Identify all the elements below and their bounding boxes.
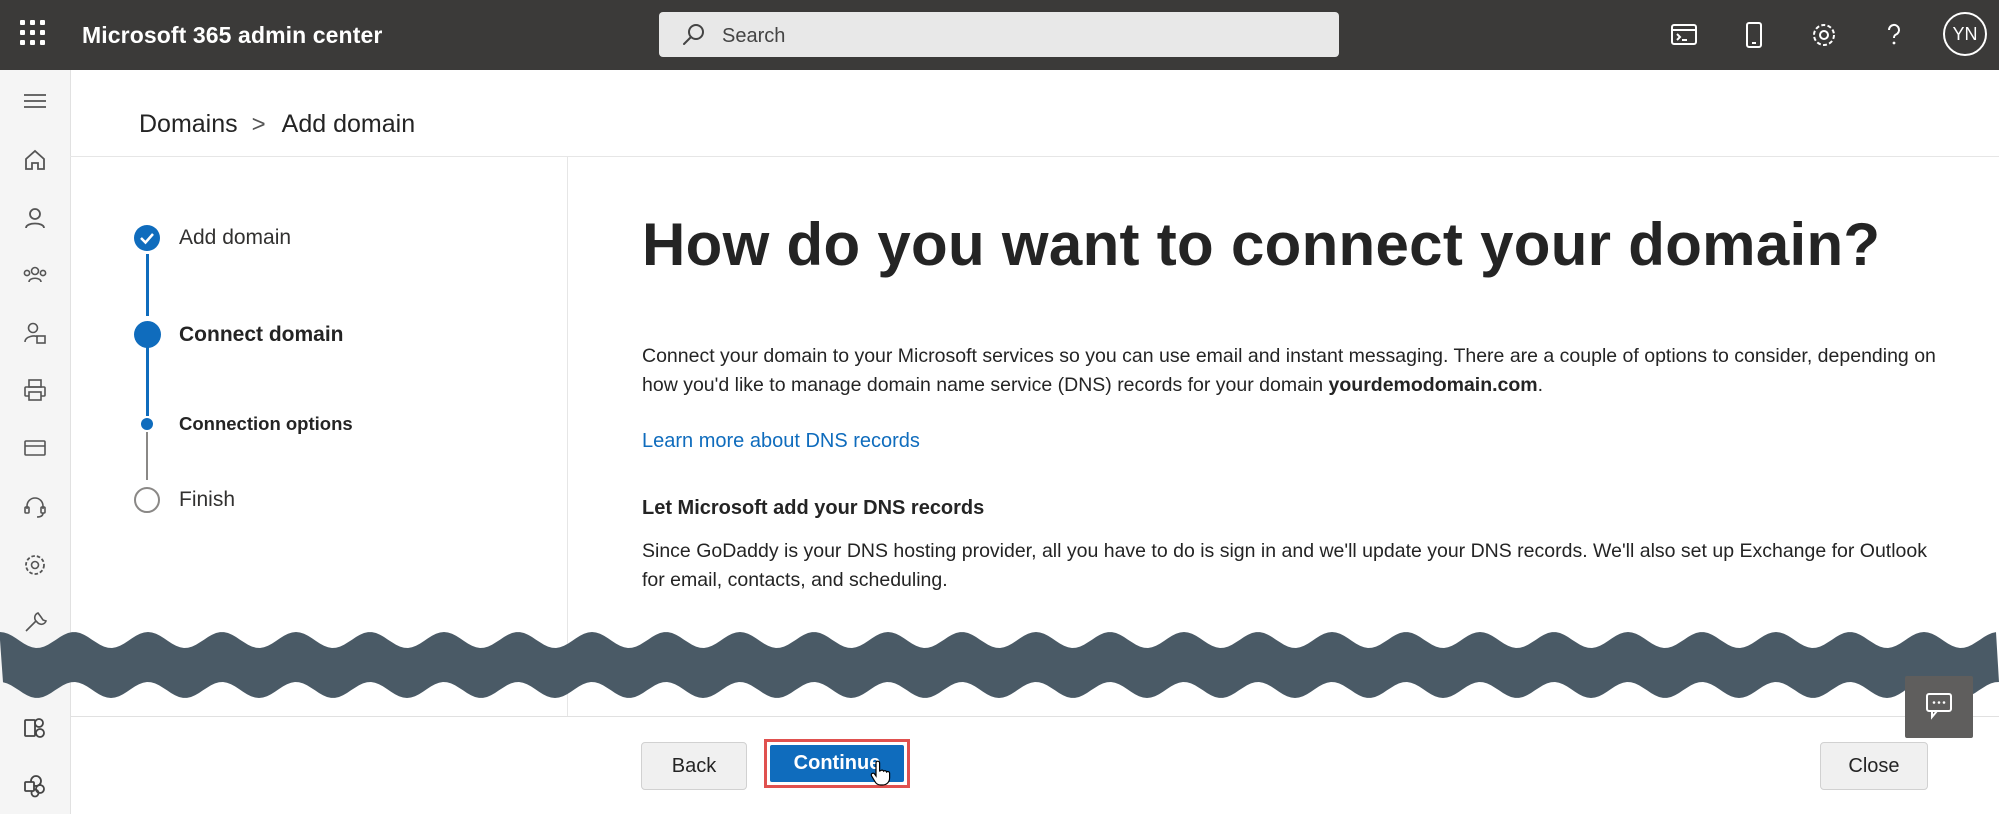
hand-cursor-icon [870,760,891,786]
exchange-icon[interactable] [21,714,49,742]
intro-text: Connect your domain to your Microsoft se… [642,345,1936,396]
header-divider [70,156,1999,157]
user-icon[interactable] [21,204,49,232]
feedback-chat-button[interactable] [1905,676,1973,738]
breadcrumb-current: Add domain [281,110,416,138]
screenshot-cut-wave [0,632,1999,698]
wave-shape [0,632,1999,698]
step-pending-circle [134,487,160,513]
step-label-connect-domain: Connect domain [179,323,344,346]
app-title[interactable]: Microsoft 365 admin center [82,22,382,49]
breadcrumb: Domains > Add domain [139,110,415,139]
option-title: Let Microsoft add your DNS records [642,497,985,519]
step-completed-check-icon [134,225,160,251]
settings-icon[interactable] [21,551,49,579]
terminal-icon[interactable] [1666,17,1702,53]
waffle-icon[interactable] [20,20,48,50]
menu-icon[interactable] [21,87,49,115]
step-current-dot [134,321,161,348]
step-label-connection-options: Connection options [179,413,353,434]
chat-icon [1926,693,1952,720]
help-icon[interactable] [1876,17,1912,53]
intro-end: . [1537,374,1544,396]
sharepoint-icon[interactable] [21,772,49,800]
breadcrumb-domains-link[interactable]: Domains [139,110,238,138]
back-button[interactable]: Back [641,742,747,790]
footer-divider [70,716,1999,717]
search-icon [683,24,704,45]
printer-icon[interactable] [21,376,49,404]
mobile-icon[interactable] [1736,17,1772,53]
learn-more-dns-link[interactable]: Learn more about DNS records [642,430,920,453]
step-connector-1 [146,254,149,316]
home-icon[interactable] [21,146,49,174]
step-label-add-domain: Add domain [179,226,292,249]
search-box[interactable]: Search [659,12,1339,57]
domain-name: yourdemodomain.com [1328,374,1538,396]
close-button[interactable]: Close [1820,742,1928,790]
top-bar: Microsoft 365 admin center Search YN [0,0,1999,70]
search-input[interactable]: Search [722,25,785,48]
substep-dot [141,418,153,430]
billing-icon[interactable] [21,434,49,462]
breadcrumb-separator: > [251,111,266,138]
intro-paragraph: Connect your domain to your Microsoft se… [642,342,1942,400]
user-roles-icon[interactable] [21,319,49,347]
step-connector-2 [146,346,149,416]
step-label-finish: Finish [179,488,236,511]
gear-icon[interactable] [1806,17,1842,53]
step-connector-3 [146,432,148,480]
support-icon[interactable] [21,493,49,521]
groups-icon[interactable] [21,261,49,289]
option-description: Since GoDaddy is your DNS hosting provid… [642,540,1928,591]
avatar[interactable]: YN [1943,12,1987,56]
page-heading: How do you want to connect your domain? [642,211,1881,278]
